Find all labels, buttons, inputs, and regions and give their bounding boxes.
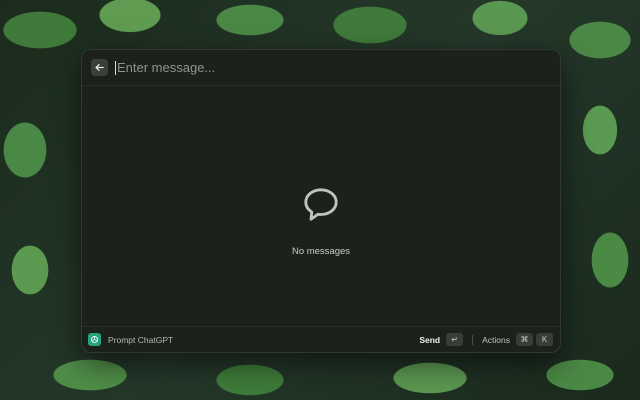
footer-divider: [472, 334, 474, 345]
actions-button[interactable]: Actions: [482, 335, 510, 345]
footer-title: Prompt ChatGPT: [108, 334, 174, 345]
enter-key-hint: ↵: [446, 333, 464, 346]
message-bar: [82, 50, 560, 86]
speech-bubble-icon: [302, 186, 340, 229]
message-input[interactable]: [117, 55, 548, 80]
chatgpt-logo-icon: [88, 333, 101, 346]
text-cursor: [115, 60, 116, 75]
back-button[interactable]: [91, 59, 108, 76]
empty-state-text: No messages: [291, 246, 351, 257]
command-key-hint: ⌘: [516, 333, 533, 346]
arrow-left-icon: [95, 63, 104, 72]
empty-state: No messages: [82, 186, 560, 257]
send-button[interactable]: Send: [419, 335, 440, 345]
action-footer: Prompt ChatGPT Send ↵ Actions ⌘ K: [82, 326, 560, 352]
chat-window: No messages Prompt ChatGPT Send ↵ Action…: [81, 49, 561, 353]
k-key-hint: K: [536, 333, 553, 346]
